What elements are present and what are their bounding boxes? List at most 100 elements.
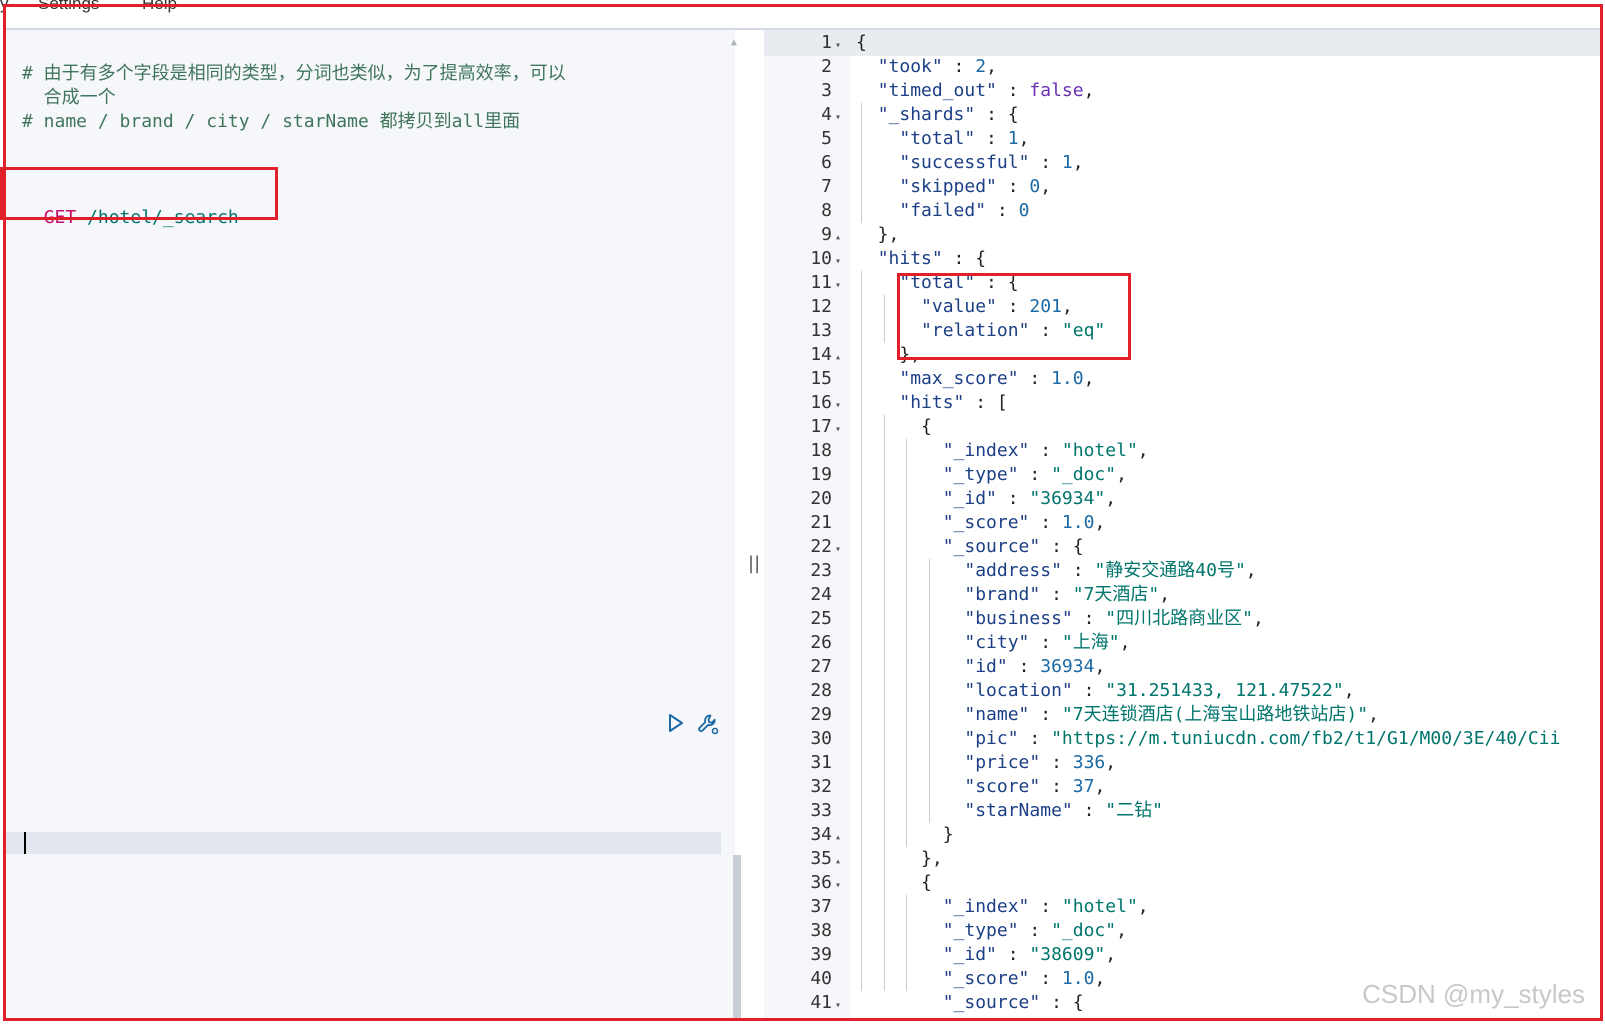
line-number-text: 40 — [810, 968, 832, 989]
json-line: { — [856, 871, 932, 895]
comment-line: # name / brand / city / starName 都拷贝到all… — [22, 111, 521, 132]
menu-item-history[interactable]: y — [0, 0, 9, 14]
json-token: "_id" — [942, 488, 997, 509]
request-actions — [666, 712, 720, 736]
response-output[interactable]: 1 ▾{2 "took" : 2, 3 "timed_out" : false, 4 ▾… — [764, 30, 1600, 1018]
line-number: 4 ▾ — [764, 103, 844, 130]
line-number-text: 28 — [810, 680, 832, 701]
line-number-text: 23 — [810, 560, 832, 581]
json-token: "7天连锁酒店(上海宝山路地铁站店)" — [1061, 704, 1369, 725]
menu-item-help[interactable]: Help — [142, 0, 177, 14]
line-number: 13 — [764, 319, 844, 343]
json-token: : — [1029, 704, 1062, 725]
json-line: "took" : 2, — [856, 55, 997, 79]
json-token: : — [975, 128, 1008, 149]
line-number-text: 12 — [810, 296, 832, 317]
json-token: : — [1029, 152, 1062, 173]
line-number-text: 4 — [821, 104, 832, 125]
json-token: "brand" — [964, 584, 1041, 605]
json-token: : { — [975, 104, 1019, 125]
line-number-text: 19 — [810, 464, 832, 485]
json-token: { — [856, 416, 932, 437]
json-line: "_index" : "hotel", — [856, 439, 1149, 463]
line-number: 1 ▾ — [764, 31, 844, 58]
line-number-text: 25 — [810, 608, 832, 629]
json-token: , — [1105, 944, 1117, 965]
json-token: "_score" — [942, 512, 1030, 533]
line-number-text: 22 — [810, 536, 832, 557]
indent-guide — [929, 559, 930, 823]
line-number: 36 ▾ — [764, 871, 844, 898]
menu-item-settings[interactable]: Settings — [38, 0, 99, 14]
panel-resize-handle[interactable]: || — [748, 553, 760, 574]
json-line: "_source" : { — [856, 535, 1084, 559]
json-token: , — [1137, 440, 1149, 461]
json-token: { — [856, 872, 932, 893]
json-token: "location" — [964, 680, 1073, 701]
scroll-up-arrow-icon[interactable]: ▲ — [731, 37, 737, 48]
editor-scrollbar[interactable] — [733, 855, 741, 1018]
line-number-text: 31 — [810, 752, 832, 773]
line-number-text: 41 — [810, 992, 832, 1013]
indent-guide — [861, 271, 862, 991]
line-number: 28 — [764, 679, 844, 703]
line-number: 14 ▴ — [764, 343, 844, 370]
play-icon[interactable] — [666, 712, 686, 736]
fold-toggle-icon[interactable]: ▾ — [832, 994, 844, 1018]
line-number: 39 — [764, 943, 844, 967]
line-number: 29 — [764, 703, 844, 727]
line-number: 10 ▾ — [764, 247, 844, 274]
json-token: "business" — [964, 608, 1073, 629]
line-number: 33 — [764, 799, 844, 823]
json-token: "failed" — [899, 200, 987, 221]
json-token: , — [1018, 128, 1030, 149]
line-number-text: 38 — [810, 920, 832, 941]
line-number: 21 — [764, 511, 844, 535]
json-line: "price" : 336, — [856, 751, 1116, 775]
json-token: : — [996, 488, 1030, 509]
line-number: 16 ▾ — [764, 391, 844, 418]
json-line: }, — [856, 847, 943, 871]
json-token: , — [1083, 80, 1095, 101]
json-line: "pic" : "https://m.tuniucdn.com/fb2/t1/G… — [856, 727, 1560, 751]
json-token: "took" — [877, 56, 943, 77]
json-token: "relation" — [921, 320, 1030, 341]
json-token: : { — [942, 248, 987, 269]
line-number-text: 17 — [810, 416, 832, 437]
json-token: : — [1018, 464, 1052, 485]
json-line: }, — [856, 223, 900, 247]
json-token: "7天酒店" — [1072, 584, 1160, 605]
json-token: }, — [856, 848, 943, 869]
text-caret — [24, 832, 26, 854]
line-number: 38 — [764, 919, 844, 943]
json-token: : — [1018, 728, 1052, 749]
json-token: , — [1245, 560, 1257, 581]
request-editor[interactable] — [6, 30, 735, 1018]
json-token: "_doc" — [1051, 464, 1117, 485]
json-line: }, — [856, 343, 921, 367]
json-token: 37 — [1072, 776, 1095, 797]
json-line: "hits" : [ — [856, 391, 1007, 415]
json-token: 2 — [975, 56, 987, 77]
line-number-text: 36 — [810, 872, 832, 893]
active-line-highlight — [764, 30, 1600, 56]
active-editor-line[interactable] — [6, 832, 721, 854]
json-token: "hotel" — [1061, 896, 1138, 917]
wrench-icon[interactable] — [696, 712, 720, 736]
request-line[interactable]: GET /hotel/_search — [22, 182, 239, 230]
line-number: 3 — [764, 79, 844, 103]
line-number: 40 — [764, 967, 844, 991]
comment-line-wrap: 合成一个 — [22, 87, 116, 108]
json-token: "38609" — [1029, 944, 1106, 965]
line-number: 6 — [764, 151, 844, 175]
line-number: 8 — [764, 199, 844, 223]
json-token: "score" — [964, 776, 1041, 797]
json-token: 1.0 — [1051, 368, 1084, 389]
line-number: 17 ▾ — [764, 415, 844, 442]
